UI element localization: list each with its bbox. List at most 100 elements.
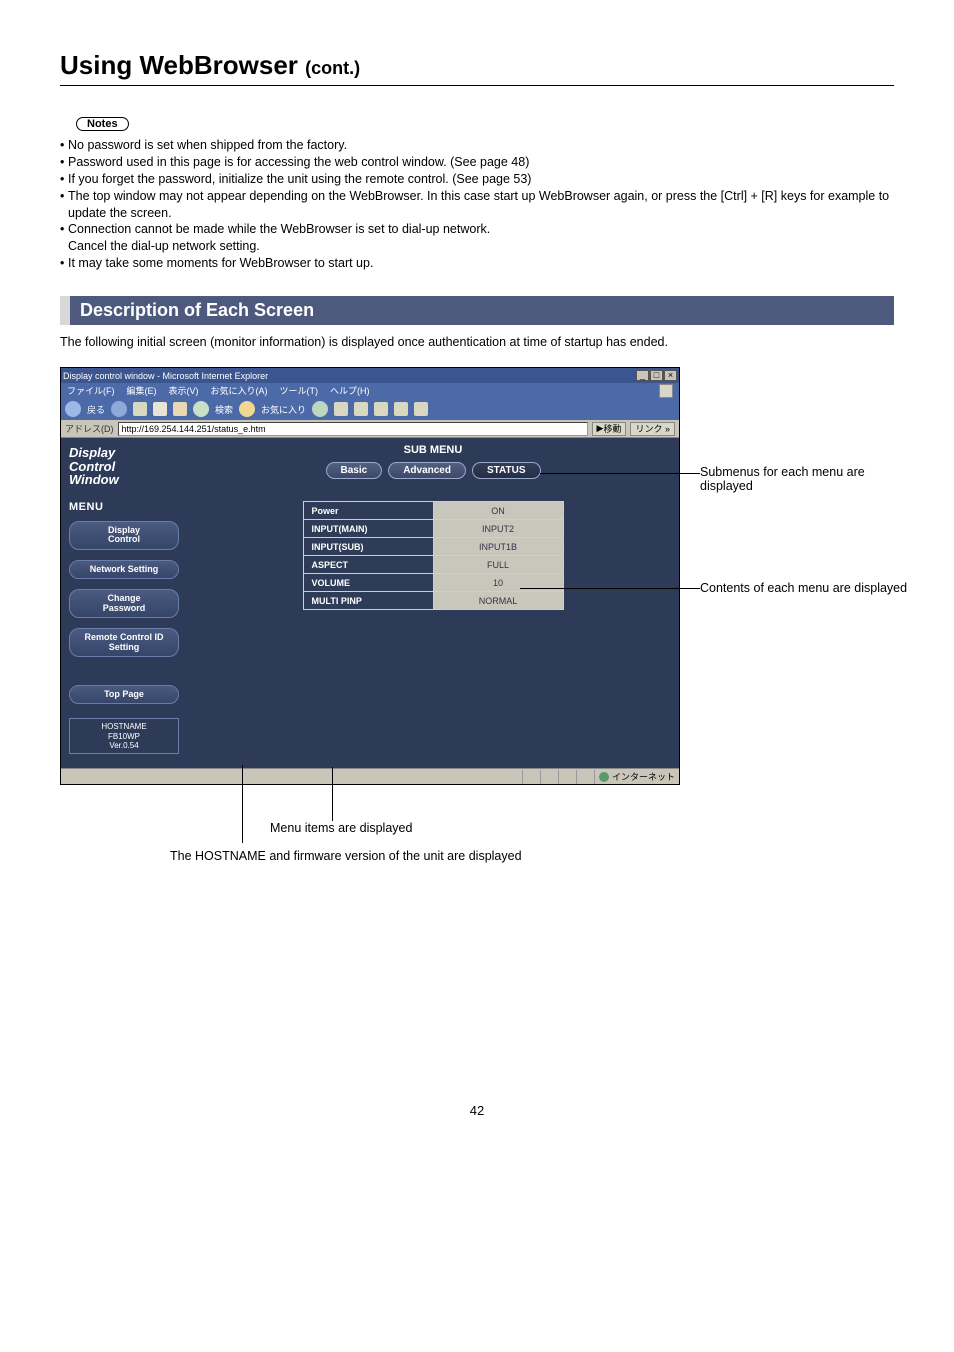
callout-hostname: The HOSTNAME and firmware version of the…	[170, 849, 894, 863]
row-input-main-value: INPUT2	[433, 520, 563, 538]
address-label: アドレス(D)	[65, 422, 114, 435]
table-row: ASPECT FULL	[303, 556, 563, 574]
search-icon[interactable]	[193, 401, 209, 417]
hostname-box: HOSTNAME FB10WP Ver.0.54	[69, 718, 179, 754]
menu-heading: MENU	[69, 501, 179, 513]
sidebar-item-display-control[interactable]: Display Control	[69, 521, 179, 550]
row-multi-pinp-label: MULTI PINP	[303, 592, 433, 610]
page-number: 42	[60, 1103, 894, 1118]
history-icon[interactable]	[312, 401, 328, 417]
notes-badge: Notes	[76, 117, 129, 131]
note-5-sub: Cancel the dial-up network setting.	[60, 238, 894, 255]
address-input[interactable]: http://169.254.144.251/status_e.htm	[118, 422, 588, 436]
window-close-button[interactable]: ×	[664, 370, 677, 381]
globe-icon	[599, 772, 609, 782]
logo-line-2: Control	[69, 460, 179, 474]
row-input-sub-value: INPUT1B	[433, 538, 563, 556]
menu-edit[interactable]: 編集(E)	[127, 384, 157, 397]
app-body: Display Control Window MENU Display Cont…	[61, 438, 679, 768]
sidebar-item-change-password[interactable]: Change Password	[69, 589, 179, 618]
row-power-value: ON	[433, 502, 563, 520]
favorites-icon[interactable]	[239, 401, 255, 417]
row-aspect-label: ASPECT	[303, 556, 433, 574]
stop-icon[interactable]	[133, 402, 147, 416]
tab-advanced[interactable]: Advanced	[388, 462, 466, 479]
firmware-version: Ver.0.54	[72, 741, 176, 750]
section-heading: Description of Each Screen	[60, 296, 894, 325]
home-icon[interactable]	[173, 402, 187, 416]
leader-line	[242, 765, 243, 843]
tab-status[interactable]: STATUS	[472, 462, 541, 479]
window-titlebar: Display control window - Microsoft Inter…	[61, 368, 679, 383]
mail-icon[interactable]	[334, 402, 348, 416]
statusbar-cell	[558, 770, 576, 784]
menu-help[interactable]: ヘルプ(H)	[330, 384, 370, 397]
leader-line	[520, 588, 700, 589]
logo-line-1: Display	[69, 446, 179, 460]
leader-line	[540, 473, 700, 474]
address-url: http://169.254.144.251/status_e.htm	[122, 424, 266, 434]
table-row: Power ON	[303, 502, 563, 520]
row-volume-label: VOLUME	[303, 574, 433, 592]
menu-file[interactable]: ファイル(F)	[67, 384, 115, 397]
callout-contents: Contents of each menu are displayed	[700, 581, 910, 595]
statusbar-zone-text: インターネット	[612, 770, 675, 783]
sidebar-item-remote-control-id[interactable]: Remote Control ID Setting	[69, 628, 179, 657]
row-input-sub-label: INPUT(SUB)	[303, 538, 433, 556]
submenu-title: SUB MENU	[197, 444, 669, 456]
browser-menubar: ファイル(F) 編集(E) 表示(V) お気に入り(A) ツール(T) ヘルプ(…	[61, 383, 679, 398]
note-1: No password is set when shipped from the…	[68, 137, 347, 154]
table-row: INPUT(SUB) INPUT1B	[303, 538, 563, 556]
note-2: Password used in this page is for access…	[68, 154, 529, 171]
app-logo: Display Control Window	[69, 446, 179, 487]
window-minimize-button[interactable]: _	[636, 370, 649, 381]
status-table: Power ON INPUT(MAIN) INPUT2 INPUT(SUB) I…	[303, 501, 564, 610]
window-title-text: Display control window - Microsoft Inter…	[63, 371, 268, 381]
statusbar-zone: インターネット	[594, 770, 675, 784]
edit-icon[interactable]	[374, 402, 388, 416]
note-5: Connection cannot be made while the WebB…	[68, 221, 490, 238]
browser-window: Display control window - Microsoft Inter…	[60, 367, 680, 785]
window-maximize-button[interactable]: □	[650, 370, 663, 381]
main-panel: SUB MENU Basic Advanced STATUS Power ON …	[187, 438, 679, 768]
back-label[interactable]: 戻る	[87, 403, 105, 416]
below-callouts: Menu items are displayed The HOSTNAME an…	[200, 821, 894, 863]
table-row: INPUT(MAIN) INPUT2	[303, 520, 563, 538]
page-title-main: Using WebBrowser	[60, 50, 298, 80]
refresh-icon[interactable]	[153, 402, 167, 416]
links-button[interactable]: リンク »	[630, 422, 675, 436]
callout-submenus: Submenus for each menu are displayed	[700, 465, 910, 493]
note-6: It may take some moments for WebBrowser …	[68, 255, 373, 272]
title-rule	[60, 85, 894, 86]
hostname-label: HOSTNAME	[72, 722, 176, 731]
note-3: If you forget the password, initialize t…	[68, 171, 531, 188]
row-input-main-label: INPUT(MAIN)	[303, 520, 433, 538]
search-label[interactable]: 検索	[215, 403, 233, 416]
sidebar-item-network-setting[interactable]: Network Setting	[69, 560, 179, 579]
print-icon[interactable]	[354, 402, 368, 416]
statusbar-cell	[540, 770, 558, 784]
forward-icon[interactable]	[111, 401, 127, 417]
browser-toolbar: 戻る 検索 お気に入り	[61, 398, 679, 420]
hostname-value: FB10WP	[72, 732, 176, 741]
ie-logo-icon	[659, 384, 673, 398]
tabs: Basic Advanced STATUS	[197, 462, 669, 479]
row-power-label: Power	[303, 502, 433, 520]
page-title: Using WebBrowser (cont.)	[60, 50, 894, 81]
sidebar: Display Control Window MENU Display Cont…	[61, 438, 187, 768]
favorites-label[interactable]: お気に入り	[261, 403, 306, 416]
section-intro: The following initial screen (monitor in…	[60, 335, 894, 349]
figure-area: Display control window - Microsoft Inter…	[60, 367, 894, 785]
sidebar-item-top-page[interactable]: Top Page	[69, 685, 179, 704]
menu-tools[interactable]: ツール(T)	[280, 384, 319, 397]
discuss-icon[interactable]	[394, 402, 408, 416]
row-multi-pinp-value: NORMAL	[433, 592, 563, 610]
menu-favorites[interactable]: お気に入り(A)	[211, 384, 268, 397]
messenger-icon[interactable]	[414, 402, 428, 416]
notes-list: •No password is set when shipped from th…	[60, 137, 894, 272]
go-button[interactable]: ▶ 移動	[592, 422, 627, 436]
menu-view[interactable]: 表示(V)	[169, 384, 199, 397]
back-icon[interactable]	[65, 401, 81, 417]
tab-basic[interactable]: Basic	[326, 462, 383, 479]
browser-statusbar: インターネット	[61, 768, 679, 784]
